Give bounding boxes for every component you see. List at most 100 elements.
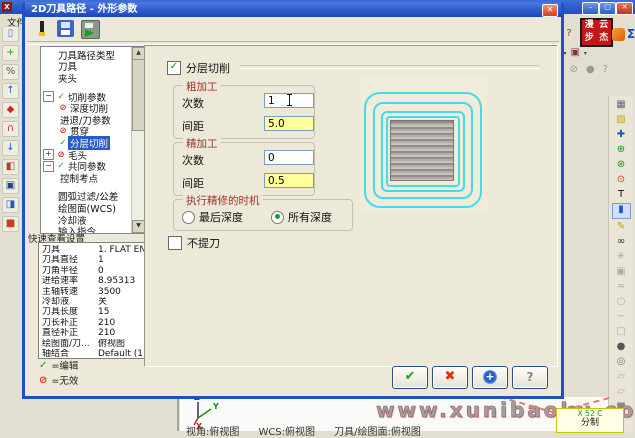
- arrow-up-icon[interactable]: ↑: [2, 83, 19, 99]
- ok-check-icon: ✔: [405, 369, 416, 384]
- brand-logo-char: 漫: [582, 20, 597, 33]
- coordinate-readout: X 52 C: [557, 409, 623, 418]
- cancel-button[interactable]: ✖: [432, 366, 468, 389]
- timing-option[interactable]: 所有深度: [271, 209, 332, 225]
- cube-red-icon[interactable]: ■: [2, 216, 19, 232]
- tree-item[interactable]: 刀具路径类型: [41, 49, 132, 61]
- toolpath-preview-image: [360, 77, 487, 210]
- tree-scrollbar[interactable]: ▲ ▼: [131, 47, 144, 233]
- help-gray-icon[interactable]: ?: [603, 63, 608, 77]
- folder-icon[interactable]: ▨: [613, 113, 630, 127]
- disabled-icon: ⊘: [58, 103, 68, 113]
- disabled-icon: ⊘: [39, 375, 47, 386]
- quick-view-row-label: 刀角半径: [42, 266, 98, 276]
- multi-pass-page: ✓ 分层切削 粗加工 次数 间距 精加工 次数 间距 执行精修的时机 最后深度所…: [144, 45, 558, 367]
- timing-option[interactable]: 最后深度: [182, 209, 243, 225]
- save-icon[interactable]: [57, 20, 74, 37]
- curve-icon[interactable]: ∩: [2, 121, 19, 137]
- disable-icon[interactable]: ⊘: [569, 63, 577, 77]
- quick-view-row: 刀具长度15: [42, 307, 153, 317]
- quick-view-panel: 刀具1. FLAT EN...刀具直径1刀角半径0进给速率8.95313主轴转速…: [38, 242, 154, 359]
- stamp-icon[interactable]: ▣: [613, 265, 630, 279]
- keep-tool-down-checkbox[interactable]: ✓ 不提刀: [168, 235, 220, 251]
- cube-blue-icon[interactable]: ◨: [2, 197, 19, 213]
- save-export-icon[interactable]: [81, 20, 100, 39]
- solid-dot-icon[interactable]: ●: [586, 63, 595, 77]
- add-icon[interactable]: +: [2, 45, 19, 61]
- tree-item[interactable]: 控制考点: [41, 172, 132, 184]
- tool-icon[interactable]: [33, 20, 50, 37]
- snap-icon[interactable]: %: [2, 64, 19, 80]
- rough-group: 粗加工 次数 间距: [173, 85, 315, 139]
- cube-icon[interactable]: ▣: [2, 178, 19, 194]
- pattern-icon[interactable]: ✳: [613, 250, 630, 264]
- checkbox-unchecked-icon[interactable]: ✓: [168, 236, 182, 250]
- multi-pass-label: 分层切削: [186, 60, 230, 76]
- spline-icon[interactable]: ~: [613, 310, 630, 324]
- chevron-down-icon[interactable]: ▾: [584, 50, 587, 57]
- wire-globe-icon[interactable]: ⊛: [613, 158, 630, 172]
- help-red-icon[interactable]: ?: [566, 27, 571, 41]
- circle-icon[interactable]: ○: [613, 295, 630, 309]
- restore-button[interactable]: ▢: [599, 2, 616, 15]
- probe-tool-icon[interactable]: T: [613, 188, 630, 202]
- new-file-icon[interactable]: ▯: [2, 26, 19, 42]
- arrow-down-icon[interactable]: ↓: [2, 140, 19, 156]
- timing-group: 执行精修的时机 最后深度所有深度: [173, 199, 353, 231]
- quick-view-row-label: 刀具直径: [42, 255, 98, 265]
- surface-icon[interactable]: ◆: [2, 102, 19, 118]
- bounding-box-icon[interactable]: ▦: [613, 98, 630, 112]
- quick-view-row-label: 刀具: [42, 245, 98, 255]
- coordinate-tooltip: X 52 C 分制: [556, 408, 624, 433]
- finish-spacing-label: 间距: [182, 175, 204, 191]
- disabled-icon: ⊘: [58, 126, 68, 136]
- brand-logo: 漫云步杰: [580, 18, 613, 47]
- binoculars-icon[interactable]: ∞: [613, 235, 630, 249]
- plane-dropdown-icon[interactable]: ▣: [570, 46, 579, 60]
- compass-icon[interactable]: ⊙: [613, 173, 630, 187]
- cube-paste-icon[interactable]: ▱: [613, 385, 630, 399]
- hatch-icon[interactable]: ≈: [613, 280, 630, 294]
- finish-count-input[interactable]: [264, 150, 314, 165]
- sigma-icon: Σ: [627, 27, 635, 41]
- ok-button[interactable]: ✔: [392, 366, 428, 389]
- notebook-icon[interactable]: ▮: [612, 203, 631, 219]
- pan-icon[interactable]: ✚: [613, 128, 630, 142]
- multi-pass-checkbox[interactable]: ✓ 分层切削: [167, 60, 230, 76]
- finish-spacing-input[interactable]: [264, 173, 314, 188]
- cube-copy-icon[interactable]: ▱: [613, 370, 630, 384]
- tree-item[interactable]: 刀具: [41, 61, 132, 73]
- radio-selected-icon[interactable]: [271, 211, 284, 224]
- checkbox-checked-icon[interactable]: ✓: [167, 61, 181, 75]
- minimize-button[interactable]: –: [582, 2, 599, 15]
- collapse-icon[interactable]: −: [43, 161, 54, 172]
- dialog-title: 2D刀具路径 - 外形参数: [25, 2, 561, 17]
- pencil-yellow-icon[interactable]: ✎: [613, 220, 630, 234]
- quick-view-row-value: 8.95313: [98, 276, 135, 286]
- dialog-close-button[interactable]: ✕: [542, 4, 558, 17]
- rect-icon[interactable]: □: [613, 325, 630, 339]
- window-splitter[interactable]: [177, 397, 179, 431]
- toolpath-parameters-dialog: 2D刀具路径 - 外形参数 ✕ 刀具路径类型刀具夹头−✓切削参数⊘深度切削进退/…: [22, 2, 564, 399]
- quick-view-row-value: Default (1): [98, 349, 147, 359]
- sphere-icon[interactable]: ●: [613, 340, 630, 354]
- close-app-button[interactable]: ✕: [616, 2, 633, 15]
- rough-spacing-input[interactable]: [264, 116, 314, 131]
- quick-view-row: 进给速率8.95313: [42, 276, 153, 286]
- solid-half-icon[interactable]: ◧: [2, 159, 19, 175]
- radio-icon[interactable]: [182, 211, 195, 224]
- collapse-icon[interactable]: −: [43, 91, 54, 102]
- quick-view-row: 直径补正210: [42, 328, 153, 338]
- brand-logo-char: 杰: [597, 33, 612, 46]
- help-button[interactable]: ?: [512, 366, 548, 389]
- wire-sphere-icon[interactable]: ◎: [613, 355, 630, 369]
- quick-view-row-value: 210: [98, 328, 115, 338]
- legend-disabled: ⊘ =无效: [39, 373, 78, 387]
- globe-icon[interactable]: ⊕: [613, 143, 630, 157]
- apply-button[interactable]: +: [472, 366, 508, 389]
- finish-count-label: 次数: [182, 152, 204, 168]
- tree-item-label: 控制考点: [58, 171, 100, 185]
- quick-view-row-value: 俯视图: [98, 339, 125, 349]
- expand-icon[interactable]: +: [43, 149, 54, 160]
- tree-item[interactable]: 夹头: [41, 72, 132, 84]
